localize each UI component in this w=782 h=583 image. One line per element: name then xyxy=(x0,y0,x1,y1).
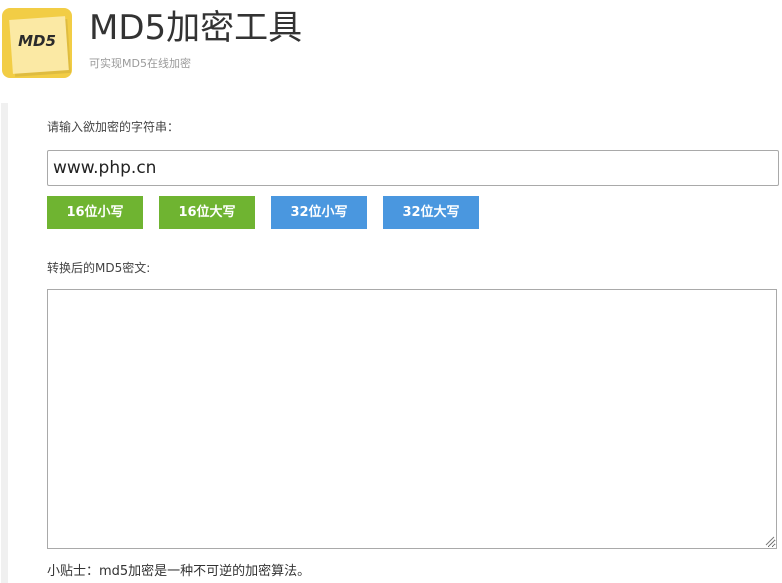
page-title: MD5加密工具 xyxy=(89,8,303,48)
source-string-input[interactable] xyxy=(47,150,779,186)
tool-panel: 请输入欲加密的字符串： 16位小写 16位大写 32位小写 32位大写 转换后的… xyxy=(0,103,782,583)
tip-text: 小贴士：md5加密是一种不可逆的加密算法。 xyxy=(47,564,311,579)
resize-grip-icon[interactable] xyxy=(764,535,775,546)
input-label: 请输入欲加密的字符串： xyxy=(47,120,180,134)
logo-text: MD5 xyxy=(18,32,56,50)
output-label: 转换后的MD5密文: xyxy=(47,261,151,275)
page-subtitle: 可实现MD5在线加密 xyxy=(89,57,191,70)
32-bit-uppercase-button[interactable]: 32位大写 xyxy=(383,196,479,229)
header: MD5 MD5加密工具 可实现MD5在线加密 xyxy=(0,0,782,100)
md5-result-textarea[interactable] xyxy=(47,289,777,549)
32-bit-lowercase-button[interactable]: 32位小写 xyxy=(271,196,367,229)
16-bit-uppercase-button[interactable]: 16位大写 xyxy=(159,196,255,229)
16-bit-lowercase-button[interactable]: 16位小写 xyxy=(47,196,143,229)
panel-left-border xyxy=(1,103,8,583)
md5-logo: MD5 xyxy=(2,8,72,78)
md5-tool-page: MD5 MD5加密工具 可实现MD5在线加密 请输入欲加密的字符串： 16位小写… xyxy=(0,0,782,583)
